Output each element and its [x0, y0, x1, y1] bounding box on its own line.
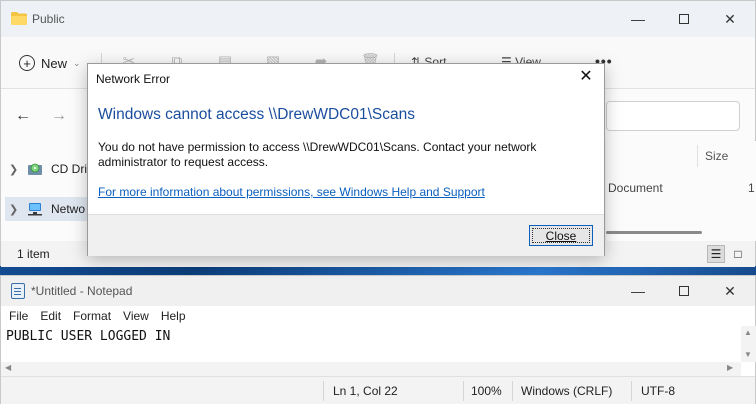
horizontal-scrollbar[interactable]: ◀ ▶ — [1, 362, 741, 376]
close-window-button[interactable]: ✕ — [707, 7, 753, 31]
close-icon: ✕ — [724, 282, 736, 299]
close-window-button[interactable]: ✕ — [707, 279, 753, 303]
close-button-label: Close — [545, 228, 577, 243]
menu-file[interactable]: File — [3, 306, 34, 326]
file-size-cell[interactable]: 1 — [748, 181, 755, 195]
cd-drive-icon — [28, 163, 42, 175]
scroll-left-icon[interactable]: ◀ — [5, 363, 11, 372]
menu-edit[interactable]: Edit — [34, 306, 67, 326]
close-icon: ✕ — [724, 10, 736, 27]
horizontal-scrollbar[interactable] — [606, 231, 702, 234]
dialog-titlebar: Network Error ✕ — [88, 64, 604, 92]
column-divider — [697, 145, 698, 167]
sidebar-item-label: Netwo — [51, 202, 86, 216]
cursor-position: Ln 1, Col 22 — [333, 384, 398, 398]
item-count: 1 item — [17, 247, 50, 261]
new-button[interactable]: + New ⌄ — [19, 51, 81, 75]
chevron-right-icon: ❯ — [9, 203, 19, 216]
status-divider — [323, 381, 324, 401]
notepad-titlebar: *Untitled - Notepad — ✕ — [1, 276, 755, 306]
vertical-scrollbar[interactable]: ▲ ▼ — [741, 326, 756, 362]
maximize-icon — [679, 14, 689, 24]
file-type-cell[interactable]: Document — [608, 181, 663, 195]
scroll-up-icon[interactable]: ▲ — [744, 328, 752, 337]
sidebar-item-network[interactable]: ❯ Netwo — [5, 197, 95, 221]
explorer-title: Public — [32, 12, 65, 26]
tiles-view-icon: □ — [734, 247, 742, 261]
minimize-icon: — — [631, 11, 645, 27]
dialog-heading: Windows cannot access \\DrewWDC01\Scans — [98, 106, 416, 123]
close-button[interactable]: Close — [529, 225, 593, 246]
menu-format[interactable]: Format — [67, 306, 117, 326]
status-divider — [631, 381, 632, 401]
dialog-title: Network Error — [96, 72, 171, 86]
scroll-down-icon[interactable]: ▼ — [744, 350, 752, 359]
maximize-button[interactable] — [661, 7, 707, 31]
dialog-footer: Close — [88, 214, 604, 256]
encoding: UTF-8 — [641, 384, 675, 398]
file-list: e Size Document 1 — [598, 141, 756, 241]
notepad-title: *Untitled - Notepad — [31, 284, 133, 298]
folder-icon — [11, 12, 27, 25]
new-label: New — [41, 55, 68, 71]
details-view-button[interactable]: ☰ — [707, 245, 725, 263]
tiles-view-button[interactable]: □ — [729, 245, 747, 263]
navigation-pane: ❯ CD Dri ❯ Netwo — [1, 141, 95, 241]
minimize-button[interactable]: — — [615, 279, 661, 303]
search-box[interactable] — [606, 101, 740, 131]
notepad-status-bar: Ln 1, Col 22 100% Windows (CRLF) UTF-8 — [1, 376, 755, 404]
menu-view[interactable]: View — [117, 306, 155, 326]
menu-help[interactable]: Help — [155, 306, 192, 326]
chevron-down-icon: ⌄ — [73, 57, 81, 68]
dialog-message: You do not have permission to access \\D… — [98, 140, 537, 169]
chevron-right-icon: ❯ — [9, 163, 19, 176]
network-icon — [28, 203, 42, 216]
minimize-button[interactable]: — — [615, 7, 661, 31]
zoom-level: 100% — [471, 384, 502, 398]
maximize-icon — [679, 286, 689, 296]
back-arrow-icon[interactable]: ← — [15, 107, 31, 125]
notepad-text-area[interactable]: PUBLIC USER LOGGED IN — [1, 326, 741, 362]
sidebar-item-label: CD Dri — [51, 162, 87, 176]
help-link[interactable]: For more information about permissions, … — [98, 185, 485, 199]
notepad-window: *Untitled - Notepad — ✕ File Edit Format… — [0, 275, 756, 404]
minimize-icon: — — [631, 283, 645, 299]
line-ending: Windows (CRLF) — [521, 384, 613, 398]
plus-icon: + — [19, 55, 35, 71]
sidebar-item-cd-drive[interactable]: ❯ CD Dri — [9, 157, 87, 181]
forward-arrow-icon[interactable]: → — [51, 107, 67, 125]
notepad-icon — [11, 283, 25, 299]
maximize-button[interactable] — [661, 279, 707, 303]
dialog-close-icon[interactable]: ✕ — [576, 67, 596, 87]
status-divider — [512, 381, 513, 401]
scroll-right-icon[interactable]: ▶ — [727, 363, 733, 372]
details-view-icon: ☰ — [710, 247, 722, 261]
column-header-size[interactable]: Size — [705, 149, 728, 163]
network-error-dialog: Network Error ✕ Windows cannot access \\… — [87, 63, 605, 256]
notepad-menu-bar: File Edit Format View Help — [1, 306, 755, 326]
status-divider — [463, 381, 464, 401]
explorer-titlebar: Public — ✕ — [1, 1, 755, 37]
